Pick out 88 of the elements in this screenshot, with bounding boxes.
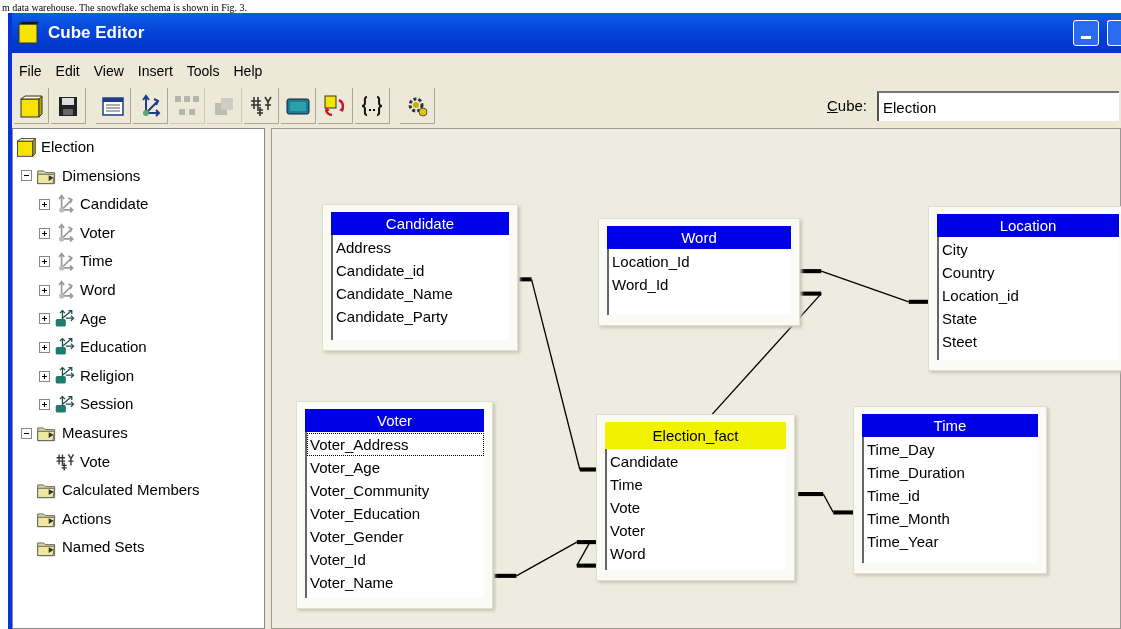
expand-toggle[interactable] — [39, 199, 50, 210]
table-field[interactable]: Candidate_id — [333, 259, 509, 282]
expand-toggle[interactable] — [39, 399, 50, 411]
field-label: Cube: — [826, 95, 867, 116]
table-field[interactable]: Word_Id — [609, 273, 791, 296]
menu-item[interactable]: File — [14, 59, 47, 84]
menu-item[interactable]: View — [88, 59, 129, 84]
tree-item[interactable]: Measures — [62, 422, 128, 445]
table-field[interactable]: Word — [607, 542, 786, 565]
table-field[interactable]: Country — [939, 261, 1119, 284]
tree-item[interactable]: Vote — [80, 450, 111, 474]
table-card[interactable]: Candidate Address Candidate_id Candidate_Name Candidate_Party — [322, 204, 518, 351]
table-field[interactable]: Time_Year — [864, 530, 1038, 553]
table-card[interactable]: Time Time_Day Time_Duration Time_id Time_Month Time_Year — [853, 406, 1047, 574]
toolbar-button[interactable] — [355, 88, 390, 124]
tree-item[interactable]: Election — [41, 136, 95, 159]
table-title: Location — [937, 214, 1119, 237]
table-card[interactable]: Election_fact Candidate Time Vote Voter Word — [596, 414, 795, 581]
cube-icon — [18, 21, 40, 45]
table-field[interactable]: Voter_Name — [307, 571, 484, 594]
table-title: Time — [862, 414, 1038, 437]
expand-toggle[interactable] — [39, 370, 50, 382]
toolbar-button[interactable] — [133, 88, 168, 124]
toolbar-button[interactable] — [51, 88, 86, 124]
tree-item[interactable]: Education — [80, 336, 147, 359]
tree-item[interactable]: Age — [80, 307, 107, 331]
table-field[interactable]: State — [939, 307, 1119, 330]
table-field[interactable]: Time — [607, 473, 786, 496]
minimize-button[interactable] — [1073, 20, 1099, 46]
expand-toggle[interactable] — [39, 341, 50, 353]
expand-toggle[interactable] — [39, 284, 50, 296]
table-field[interactable]: Time_Month — [864, 507, 1038, 530]
table-field[interactable]: City — [939, 238, 1119, 261]
cube-icon — [18, 92, 44, 119]
expand-toggle[interactable] — [39, 256, 50, 268]
table-field[interactable]: Vote — [607, 496, 786, 519]
table-field[interactable]: Location_id — [939, 284, 1119, 307]
document-text: m data warehouse. The snowflake schema is shown in Fig. 3. — [2, 2, 248, 13]
dimension-icon — [54, 307, 76, 330]
table-field[interactable]: Location_Id — [609, 250, 791, 273]
expand-toggle[interactable] — [39, 313, 50, 325]
table-field[interactable]: Steet — [939, 330, 1119, 353]
menu-item[interactable]: Insert — [132, 59, 178, 84]
tree-item[interactable]: Time — [80, 250, 113, 273]
table-field[interactable]: Voter_Age — [307, 456, 484, 479]
toolbar-button[interactable] — [244, 88, 279, 124]
toolbar-button[interactable] — [281, 88, 316, 124]
tree-item[interactable]: Calculated Members — [62, 479, 200, 502]
expand-toggle[interactable] — [39, 227, 50, 239]
table-card[interactable]: Word Location_Id Word_Id — [598, 218, 800, 326]
table-field[interactable]: Voter_Community — [307, 479, 484, 502]
table-field[interactable]: Time_id — [864, 484, 1038, 507]
menu-item[interactable]: Edit — [50, 59, 85, 84]
window-title: Cube Editor — [48, 22, 145, 45]
table-field[interactable]: Voter_Address — [307, 433, 484, 456]
table-field[interactable]: Voter_Id — [307, 548, 484, 571]
tree-item[interactable]: Named Sets — [62, 536, 145, 559]
maximize-button[interactable] — [1107, 20, 1121, 46]
menu-item[interactable]: Help — [228, 59, 268, 84]
table-field[interactable]: Address — [333, 236, 509, 259]
dimension-icon — [54, 393, 76, 416]
expand-toggle[interactable] — [21, 427, 32, 439]
tree-item[interactable]: Dimensions — [62, 164, 141, 188]
table-field[interactable]: Time_Duration — [864, 461, 1038, 484]
table-title: Candidate — [331, 212, 509, 235]
table-field[interactable]: Voter_Education — [307, 502, 484, 525]
table-field[interactable]: Voter_Gender — [307, 525, 484, 548]
tree-item[interactable]: Word — [80, 279, 116, 302]
table-card[interactable]: Voter Voter_Address Voter_Age Voter_Community Voter_Education Voter_Gender Voter_Id Voter_Name — [296, 401, 493, 609]
cube-icon — [15, 136, 37, 159]
table-title: Voter — [305, 409, 484, 432]
table-field[interactable]: Time_Day — [864, 438, 1038, 461]
tree-item[interactable]: Voter — [80, 221, 116, 245]
tree-item[interactable]: Session — [80, 393, 134, 416]
table-field[interactable]: Voter — [607, 519, 786, 542]
menu-item[interactable]: Tools — [181, 59, 225, 84]
tree-item[interactable]: Actions — [62, 507, 112, 531]
table-title: Election_fact — [605, 422, 786, 449]
table-field[interactable]: Candidate_Name — [333, 282, 509, 305]
cube-field[interactable]: Election — [877, 91, 1119, 121]
table-title: Word — [607, 226, 791, 249]
expand-toggle[interactable] — [21, 170, 32, 182]
table-field[interactable]: Candidate_Party — [333, 305, 509, 328]
minimize-icon — [1081, 36, 1091, 39]
table-card[interactable]: Location City Country Location_id State Steet — [928, 206, 1121, 371]
tree-item[interactable]: Religion — [80, 364, 135, 388]
table-field[interactable]: Candidate — [607, 450, 786, 473]
tree-item[interactable]: Candidate — [80, 193, 149, 216]
